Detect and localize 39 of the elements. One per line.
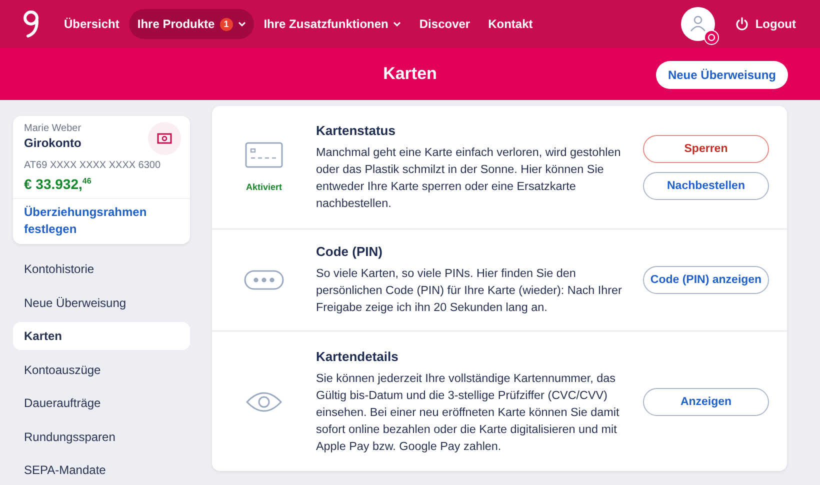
- logout-button[interactable]: Logout: [729, 16, 802, 32]
- action-button[interactable]: Sperren: [643, 134, 769, 162]
- new-transfer-button[interactable]: Neue Überweisung: [656, 61, 788, 89]
- action-button[interactable]: Code (PIN) anzeigen: [643, 266, 769, 294]
- sidebar-item[interactable]: Rundungssparen: [13, 422, 190, 450]
- nav-tab[interactable]: Ihre Zusatzfunktionen: [256, 9, 410, 39]
- section-text: Sie können jederzeit Ihre vollständige Kartennummer, das Gültig bis-Datum und die 3-stellige Prüfziffer (CVC/CVV) einsehen. Bei einer neu eröffneten Karte können Sie damit sofort online bezahlen oder die Karte digitalisieren und mit Apple Pay bzw. Google Pay zahlen.: [316, 370, 620, 454]
- section-title: Kartenstatus: [316, 122, 396, 138]
- card-status: Aktiviert: [246, 182, 282, 192]
- sidebar-item[interactable]: Karten: [13, 322, 190, 350]
- account-balance: € 33.932,$^{46}$: [24, 176, 92, 192]
- page-title: Karten: [383, 64, 437, 84]
- overdraft-link[interactable]: Überziehungsrahmen festlegen: [13, 198, 190, 244]
- money-button[interactable]: [148, 122, 181, 155]
- sidebar-item[interactable]: Kontohistorie: [13, 255, 190, 283]
- power-icon: [735, 17, 750, 31]
- nav-tab[interactable]: Kontakt: [480, 9, 541, 39]
- card-icon: [245, 142, 283, 168]
- nav-tab[interactable]: Ihre Produkte 1: [129, 9, 254, 39]
- banknote-icon: [157, 133, 172, 144]
- sidebar-item[interactable]: Neue Überweisung: [13, 288, 190, 316]
- nav-tab[interactable]: Discover: [411, 9, 478, 39]
- section-text: So viele Karten, so viele PINs. Hier finden Sie den persönlichen Code (PIN) für Ihre Karte (wieder): Nach Ihrer Freigabe zeige ich ihn 20 Sekunden lang an.: [316, 266, 623, 316]
- pin-icon: [244, 270, 284, 290]
- section-title: Kartendetails: [316, 348, 400, 364]
- action-button[interactable]: Nachbestellen: [643, 172, 769, 200]
- action-button[interactable]: Anzeigen: [643, 388, 769, 416]
- nav-tab[interactable]: Übersicht: [56, 9, 128, 39]
- section-title: Code (PIN): [316, 244, 384, 259]
- account-name: Girokonto: [24, 136, 82, 150]
- notification-badge: 1: [220, 18, 233, 30]
- person-icon: [689, 14, 708, 32]
- section-text: Manchmal geht eine Karte einfach verloren, wird gestohlen oder das Plastik schmilzt in der Sonne. Hier können Sie entweder Ihre Karte sperren oder eine Ersatzkarte nachbestellen.: [316, 144, 622, 212]
- sidebar-item[interactable]: SEPA-Mandate: [13, 456, 190, 484]
- sidebar-item[interactable]: Daueraufträge: [13, 389, 190, 417]
- sidebar-item[interactable]: Kontoauszüge: [13, 356, 190, 384]
- eye-icon: [246, 390, 282, 414]
- account-iban: AT69 XXXX XXXX XXXX 6300: [24, 160, 162, 171]
- account-owner: Marie Weber: [24, 123, 82, 134]
